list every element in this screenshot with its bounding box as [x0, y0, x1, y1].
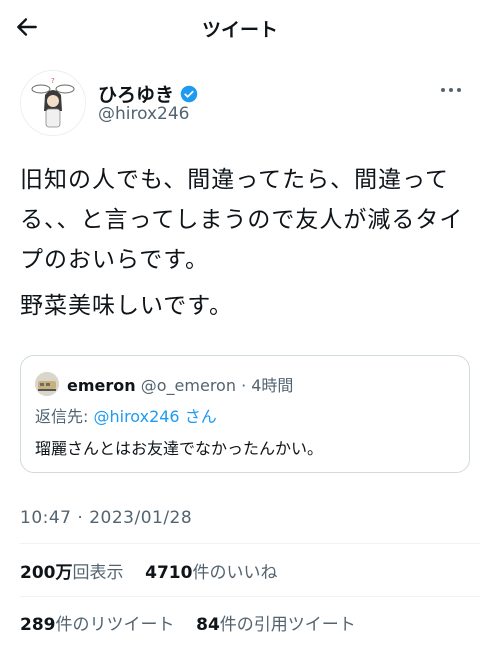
svg-text:?: ?: [51, 77, 55, 85]
page-title: ツイート: [201, 19, 278, 41]
quoted-author-handle: @o_emeron: [140, 376, 236, 395]
retweets-stat[interactable]: 289件のリツイート: [20, 615, 175, 635]
stats-row-retweets-quotes: 289件のリツイート 84件の引用ツイート: [20, 610, 356, 635]
quote-tweets-stat[interactable]: 84件の引用ツイート: [196, 615, 356, 635]
avatar[interactable]: ?: [20, 70, 86, 136]
quoted-tweet-text: 瑠麗さんとはお友達でなかったんかい。: [35, 439, 324, 458]
reply-prefix: 返信先:: [35, 407, 94, 426]
author-handle[interactable]: @hirox246: [98, 104, 190, 124]
quoted-avatar[interactable]: [35, 372, 59, 396]
views-stat[interactable]: 200万回表示: [20, 563, 124, 583]
divider: [20, 596, 480, 597]
verified-badge-icon: [180, 85, 198, 102]
author-name-row[interactable]: ひろゆき: [98, 80, 198, 107]
tweet-text: 旧知の人でも、間違ってたら、間違ってる、、と言ってしまうので友人が減るタイプのお…: [20, 167, 464, 273]
more-options-icon[interactable]: [440, 86, 462, 94]
likes-stat[interactable]: 4710件のいいね: [145, 563, 277, 583]
quoted-header: emeron @o_emeron · 4時間: [67, 372, 293, 396]
quoted-tweet[interactable]: emeron @o_emeron · 4時間 返信先: @hirox246 さん…: [20, 355, 470, 473]
quoted-separator: ·: [241, 376, 247, 395]
author-name[interactable]: ひろゆき: [98, 80, 174, 107]
quoted-author-name: emeron: [67, 376, 136, 395]
stats-row-views-likes: 200万回表示 4710件のいいね: [20, 558, 277, 583]
top-bar: ツイート: [0, 0, 480, 56]
quoted-time: 4時間: [251, 376, 294, 395]
reply-suffix: さん: [179, 407, 217, 426]
reply-to-handle-link[interactable]: @hirox246: [93, 407, 179, 426]
tweet-text-second-paragraph: 野菜美味しいです。: [20, 293, 234, 319]
tweet-timestamp[interactable]: 10:47 · 2023/01/28: [20, 508, 192, 528]
reply-to-line: 返信先: @hirox246 さん: [35, 403, 217, 427]
divider: [20, 543, 480, 544]
